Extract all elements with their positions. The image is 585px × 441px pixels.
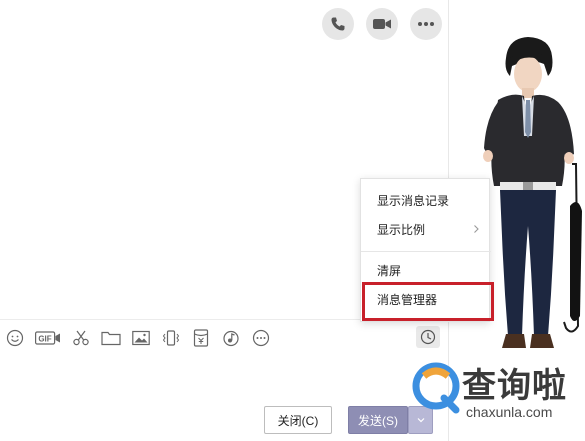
folder-icon [101,331,121,346]
menu-item-clear-screen[interactable]: 清屏 [361,257,491,283]
menu-separator [361,251,491,252]
screenshot-button[interactable] [71,328,91,348]
image-icon [132,330,150,346]
phone-icon [331,17,345,31]
menu-item-label: 显示比例 [377,222,426,237]
message-history-button[interactable] [416,326,440,348]
vibrate-icon [162,330,180,346]
menu-item-show-history[interactable]: 显示消息记录 [361,187,491,213]
chevron-right-icon [474,225,479,233]
phone-button[interactable] [322,8,354,40]
more-tools-button[interactable] [251,328,271,348]
music-icon [223,330,239,347]
more-button[interactable] [410,8,442,40]
top-action-icons [322,8,442,40]
music-button[interactable] [221,328,241,348]
more-circle-icon [252,329,270,347]
image-button[interactable] [131,328,151,348]
scissors-icon [73,330,89,346]
clock-icon [420,329,436,345]
close-button[interactable]: 关闭(C) [264,406,332,434]
input-toolbar: GIF [5,326,281,350]
gif-button[interactable]: GIF [35,328,61,348]
file-button[interactable] [101,328,121,348]
menu-item-label: 清屏 [377,263,402,278]
emoji-icon [6,329,24,347]
vibrate-button[interactable] [161,328,181,348]
send-button[interactable]: 发送(S) [348,406,408,434]
watermark-cn-text: 查询啦 [462,366,567,406]
red-packet-icon [193,329,209,347]
menu-item-label: 显示消息记录 [377,193,450,208]
video-call-button[interactable] [366,8,398,40]
video-camera-icon [373,19,391,29]
gif-label: GIF [38,334,51,343]
menu-item-display-scale[interactable]: 显示比例 [361,216,491,242]
watermark-url-text: chaxunla.com [466,404,553,420]
gif-icon: GIF [35,331,60,345]
red-packet-button[interactable] [191,328,211,348]
more-icon [418,22,434,26]
highlight-annotation [362,282,494,321]
emoji-button[interactable] [5,328,25,348]
